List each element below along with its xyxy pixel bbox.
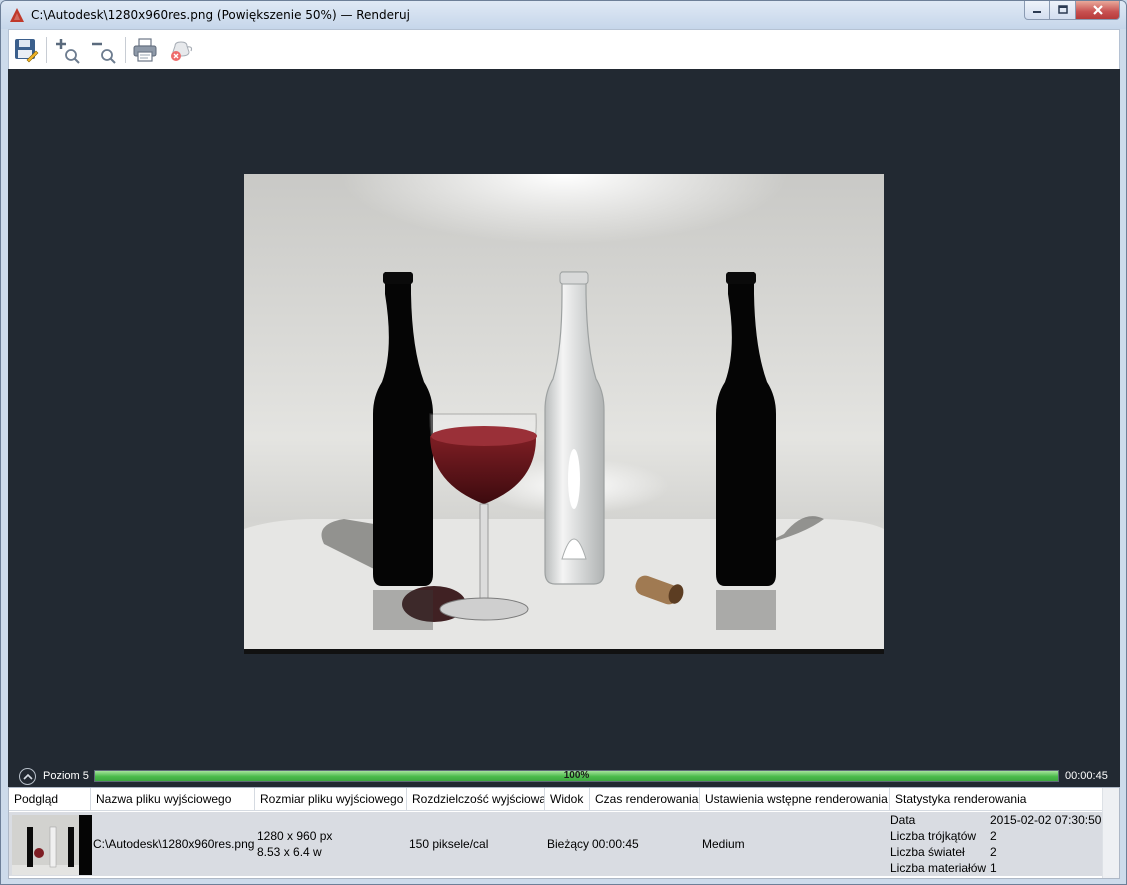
view-name: Bieżący (547, 837, 590, 851)
stat-value: 2 (990, 845, 997, 859)
minimize-button[interactable] (1024, 1, 1050, 20)
print-button[interactable] (131, 36, 159, 64)
progress-text: 100% (563, 770, 590, 781)
minimize-icon (1033, 11, 1041, 13)
stat-label: Liczba materiałów (890, 861, 987, 875)
column-header-preset[interactable]: Ustawienia wstępne renderowania (700, 788, 890, 811)
stat-value: 2 (990, 829, 997, 843)
window-title: C:\Autodesk\1280x960res.png (Powiększeni… (31, 8, 410, 22)
zoom-in-icon (56, 39, 80, 64)
save-icon (15, 39, 39, 63)
output-size-in: 8.53 x 6.4 w (257, 845, 322, 859)
column-header-file-size[interactable]: Rozmiar pliku wyjściowego (255, 788, 407, 811)
toolbar-separator (46, 37, 47, 63)
render-history-table: Podgląd Nazwa pliku wyjściowego Rozmiar … (8, 787, 1120, 879)
table-row[interactable]: C:\Autodesk\1280x960res.png 1280 x 960 p… (9, 812, 1103, 876)
output-resolution: 150 piksele/cal (409, 837, 489, 851)
zoom-out-icon (92, 42, 116, 64)
status-bar: Poziom 5 100% 00:00:45 (8, 766, 1120, 787)
vertical-scrollbar[interactable] (1102, 788, 1119, 878)
maximize-button[interactable] (1050, 1, 1076, 20)
render-time: 00:00:45 (592, 837, 639, 851)
zoom-in-button[interactable] (53, 36, 81, 64)
cancel-render-icon (171, 41, 193, 61)
stat-label: Liczba trójkątów (890, 829, 977, 843)
output-size-px: 1280 x 960 px (257, 829, 333, 843)
close-icon (1092, 5, 1103, 15)
stat-value: 1 (990, 861, 997, 875)
column-header-stats[interactable]: Statystyka renderowania (890, 788, 1103, 811)
table-header: Podgląd Nazwa pliku wyjściowego Rozmiar … (9, 788, 1103, 811)
column-header-preview[interactable]: Podgląd (9, 788, 91, 811)
render-preset: Medium (702, 837, 745, 851)
autodesk-logo-icon (10, 8, 24, 22)
output-file-name: C:\Autodesk\1280x960res.png (93, 837, 255, 851)
level-label: Poziom 5 (43, 770, 89, 782)
rendered-image (244, 174, 884, 654)
save-button[interactable] (12, 36, 40, 64)
title-bar[interactable]: C:\Autodesk\1280x960res.png (Powiększeni… (1, 1, 1126, 29)
render-progress-bar: 100% (94, 770, 1059, 782)
maximize-icon (1057, 5, 1068, 14)
window-controls (1024, 1, 1120, 20)
render-thumbnail (12, 815, 92, 875)
stat-value: 2015-02-02 07:30:50 (990, 813, 1102, 827)
stat-label: Liczba świateł (890, 845, 965, 859)
expand-level-button[interactable] (19, 768, 36, 785)
chevron-up-icon (22, 773, 33, 780)
stat-label: Data (890, 813, 916, 827)
render-viewport[interactable] (8, 69, 1120, 766)
column-header-resolution[interactable]: Rozdzielczość wyjściowa (407, 788, 545, 811)
cancel-render-button[interactable] (167, 36, 195, 64)
toolbar-separator (125, 37, 126, 63)
elapsed-time: 00:00:45 (1065, 770, 1108, 782)
column-header-render-time[interactable]: Czas renderowania (590, 788, 700, 811)
print-icon (133, 38, 157, 62)
zoom-out-button[interactable] (89, 36, 117, 64)
column-header-file-name[interactable]: Nazwa pliku wyjściowego (91, 788, 255, 811)
close-button[interactable] (1076, 1, 1120, 20)
toolbar (8, 29, 1120, 69)
render-window: C:\Autodesk\1280x960res.png (Powiększeni… (0, 0, 1127, 885)
column-header-view[interactable]: Widok (545, 788, 590, 811)
